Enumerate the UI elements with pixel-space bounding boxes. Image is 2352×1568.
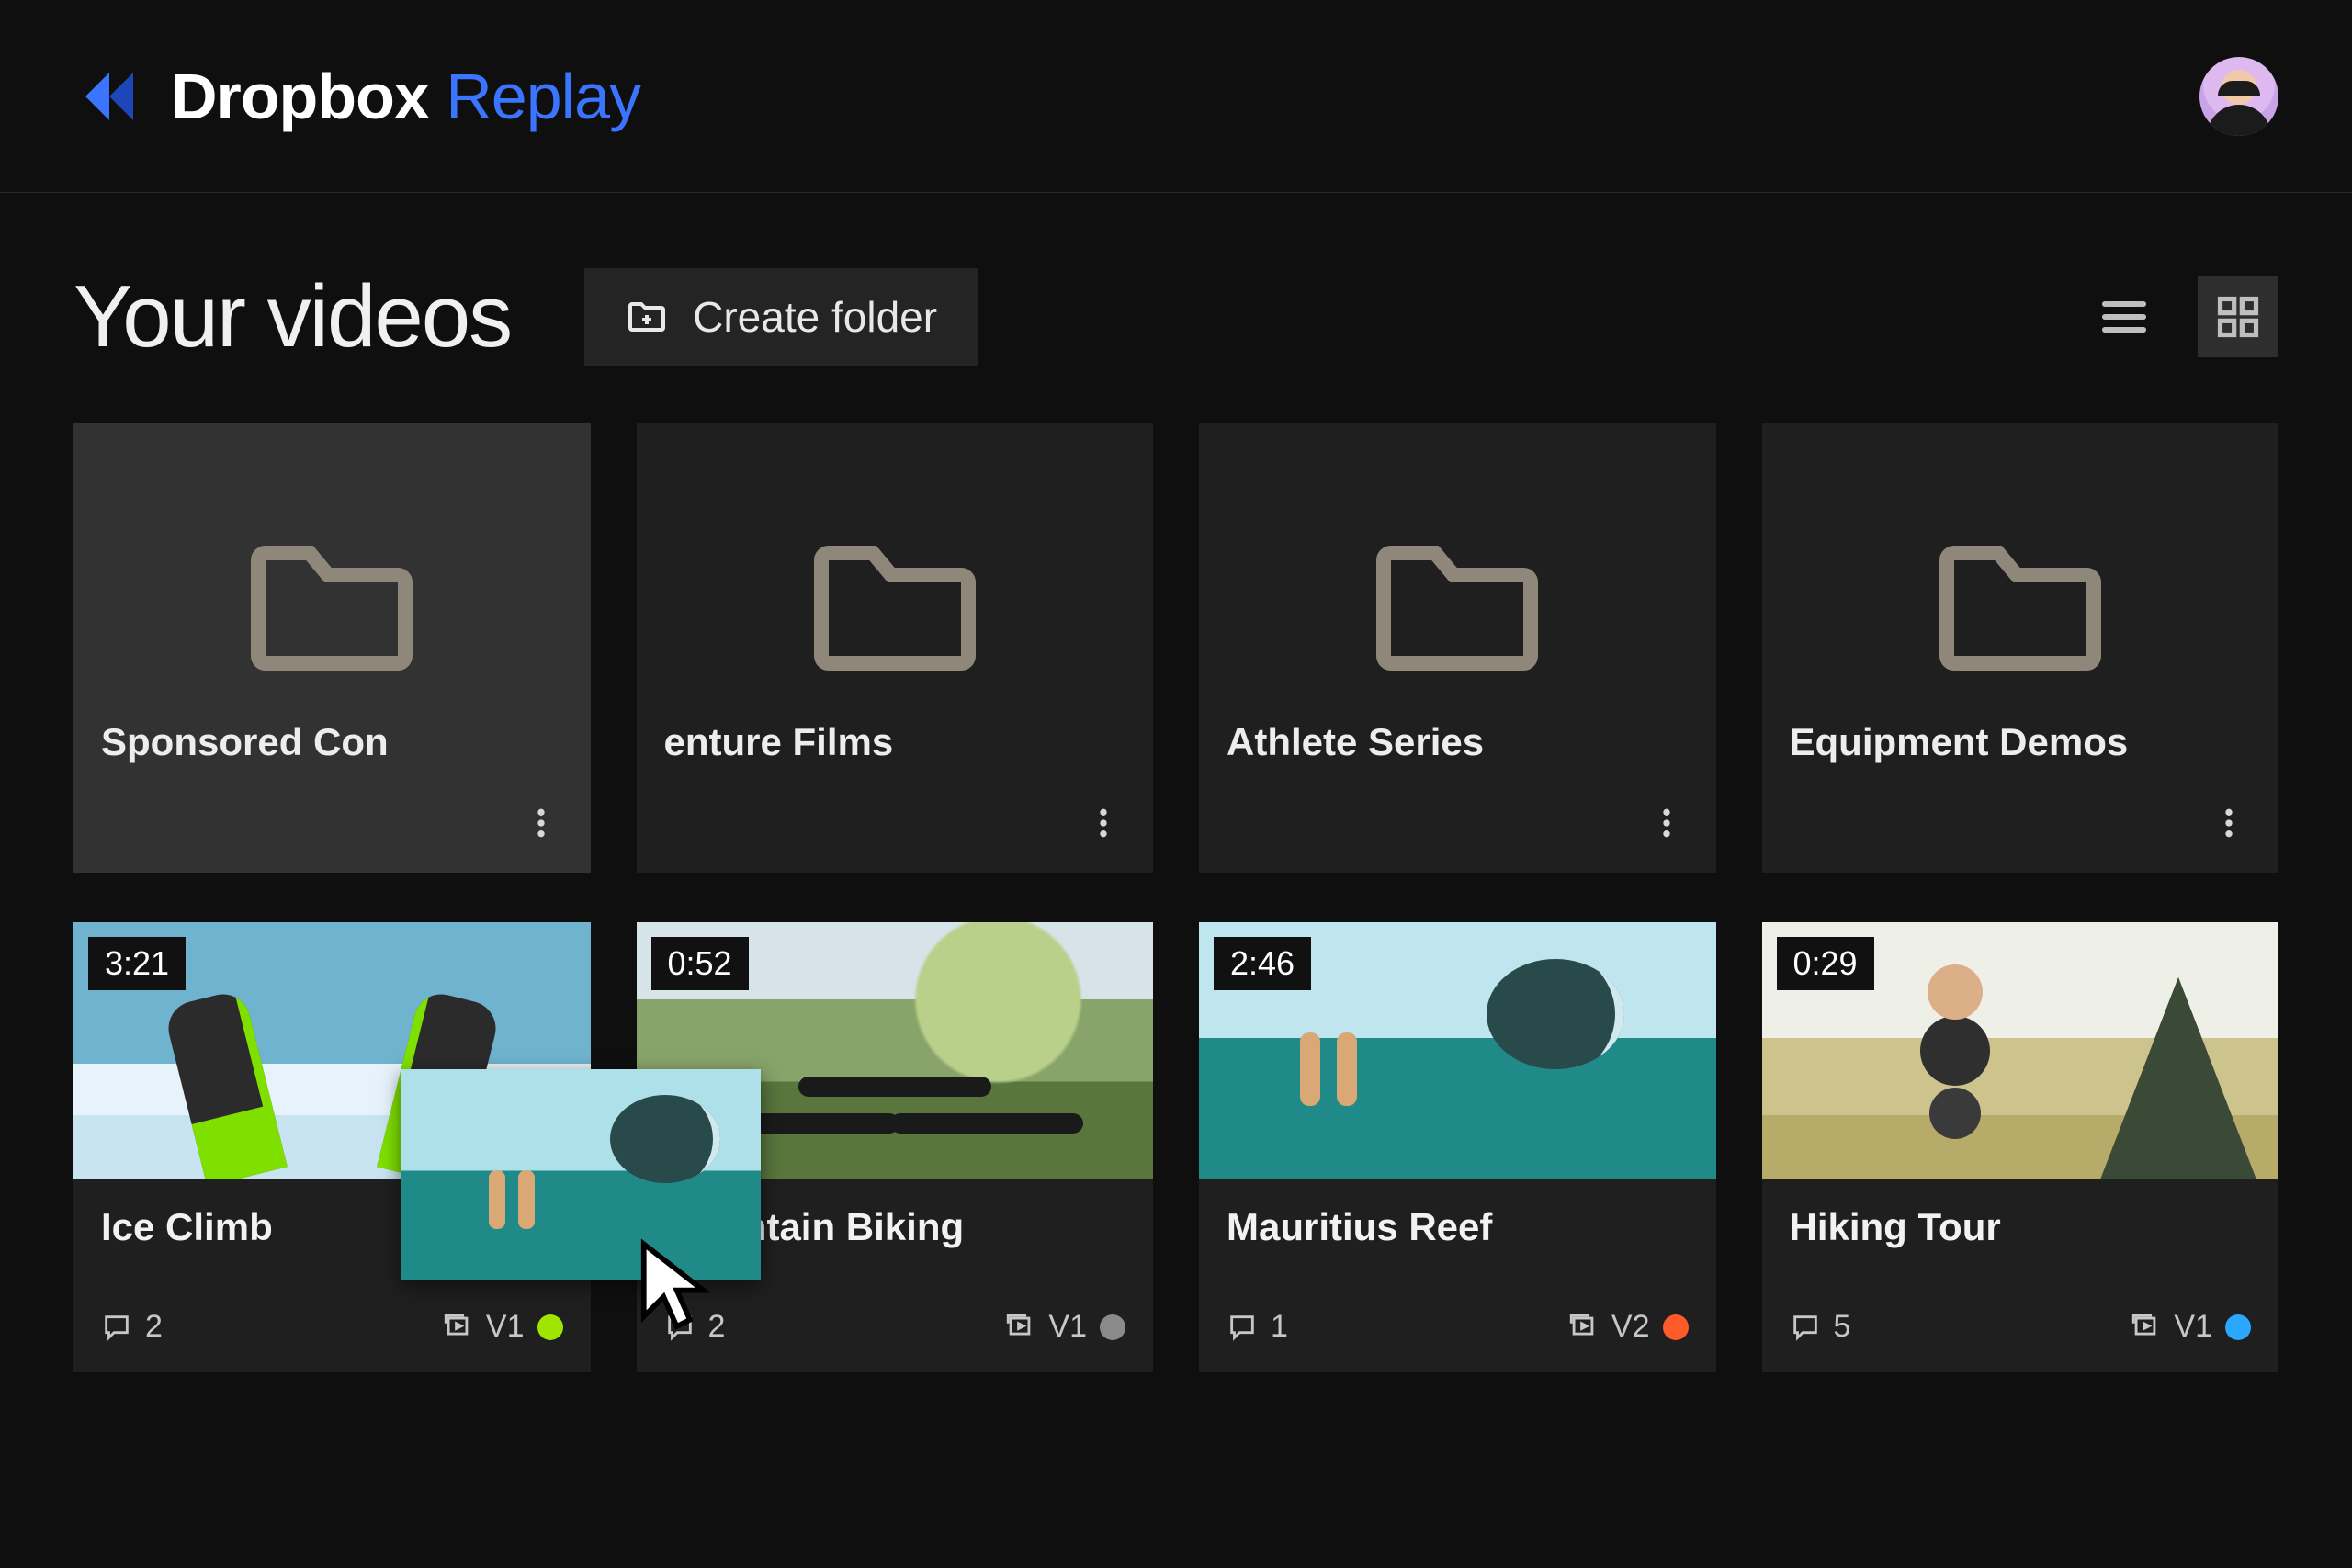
grid-view-button[interactable] [2198, 276, 2278, 357]
version-status: V1 [1004, 1309, 1125, 1345]
version-status: V1 [2130, 1309, 2251, 1345]
comment-icon [1790, 1312, 1821, 1343]
video-card-body: Ice Climb 2 V1 [74, 1179, 591, 1372]
video-card[interactable]: 0:29 Hiking Tour 5 V1 [1762, 922, 2279, 1372]
duration-badge: 0:52 [651, 937, 749, 990]
more-vertical-icon [2211, 805, 2247, 841]
more-options-button[interactable] [2211, 805, 2247, 841]
avatar[interactable] [2199, 57, 2278, 136]
more-vertical-icon [1648, 805, 1685, 841]
brand: Dropbox Replay [74, 60, 640, 133]
comments-count: 1 [1227, 1309, 1288, 1345]
comments-count: 5 [1790, 1309, 1851, 1345]
video-meta: 1 V2 [1227, 1309, 1689, 1372]
folder-label: Equipment Demos [1790, 720, 2129, 764]
folder-label: Sponsored Con [101, 720, 389, 764]
more-vertical-icon [1085, 805, 1122, 841]
more-options-button[interactable] [523, 805, 560, 841]
view-toggle [2084, 276, 2278, 357]
video-thumbnail: 0:52 [637, 922, 1154, 1179]
version-icon [1004, 1312, 1035, 1343]
toolbar: Your videos Create folder [0, 193, 2352, 423]
comments-count: 2 [664, 1309, 726, 1345]
more-options-button[interactable] [1648, 805, 1685, 841]
video-title: Mauritius Reef [1227, 1205, 1689, 1249]
comment-icon [101, 1312, 132, 1343]
video-meta: 2 V1 [101, 1309, 563, 1372]
duration-badge: 2:46 [1214, 937, 1311, 990]
folder-icon [240, 531, 424, 678]
status-dot [537, 1314, 563, 1340]
page-title: Your videos [74, 266, 511, 367]
video-title: Mountain Biking [664, 1205, 1126, 1249]
brand-wordmark: Dropbox Replay [171, 60, 640, 133]
comments-count: 2 [101, 1309, 163, 1345]
version-status: V2 [1567, 1309, 1689, 1345]
folder-card[interactable]: enture Films [637, 423, 1154, 873]
version-icon [1567, 1312, 1599, 1343]
rewind-logo-icon [74, 61, 145, 132]
status-dot [1100, 1314, 1125, 1340]
video-card[interactable]: 0:52 Mountain Biking 2 V1 [637, 922, 1154, 1372]
folder-card[interactable]: Equipment Demos [1762, 423, 2279, 873]
version-status: V1 [442, 1309, 563, 1345]
app-header: Dropbox Replay [0, 0, 2352, 193]
create-folder-label: Create folder [693, 292, 937, 342]
video-title: Hiking Tour [1790, 1205, 2252, 1249]
folder-label: Athlete Series [1227, 720, 1484, 764]
more-options-button[interactable] [1085, 805, 1122, 841]
video-thumbnail: 2:46 [1199, 922, 1716, 1179]
brand-secondary: Replay [446, 61, 640, 132]
video-card-body: Mountain Biking 2 V1 [637, 1179, 1154, 1372]
list-icon [2098, 291, 2150, 343]
content-area: Sponsored Con enture Films Athlete Serie… [0, 423, 2352, 1372]
more-vertical-icon [523, 805, 560, 841]
folder-plus-icon [625, 295, 669, 339]
items-grid: Sponsored Con enture Films Athlete Serie… [0, 423, 2352, 1372]
brand-primary: Dropbox [171, 61, 429, 132]
version-icon [442, 1312, 473, 1343]
create-folder-button[interactable]: Create folder [584, 268, 978, 366]
comment-icon [1227, 1312, 1258, 1343]
list-view-button[interactable] [2084, 276, 2165, 357]
version-icon [2130, 1312, 2161, 1343]
video-card[interactable]: 2:46 Mauritius Reef 1 V2 [1199, 922, 1716, 1372]
video-meta: 5 V1 [1790, 1309, 2252, 1372]
video-thumbnail: 0:29 [1762, 922, 2279, 1179]
video-thumbnail: 3:21 [74, 922, 591, 1179]
status-dot [2225, 1314, 2251, 1340]
video-card-body: Hiking Tour 5 V1 [1762, 1179, 2279, 1372]
comment-icon [664, 1312, 695, 1343]
video-card[interactable]: 3:21 Ice Climb 2 V1 [74, 922, 591, 1372]
duration-badge: 3:21 [88, 937, 186, 990]
video-title: Ice Climb [101, 1205, 563, 1249]
folder-card[interactable]: Athlete Series [1199, 423, 1716, 873]
video-card-body: Mauritius Reef 1 V2 [1199, 1179, 1716, 1372]
video-meta: 2 V1 [664, 1309, 1126, 1372]
folder-icon [1928, 531, 2112, 678]
folder-icon [1365, 531, 1549, 678]
folder-card[interactable]: Sponsored Con [74, 423, 591, 873]
status-dot [1663, 1314, 1689, 1340]
grid-icon [2214, 293, 2262, 341]
folder-icon [803, 531, 987, 678]
duration-badge: 0:29 [1777, 937, 1874, 990]
folder-label: enture Films [664, 720, 894, 764]
